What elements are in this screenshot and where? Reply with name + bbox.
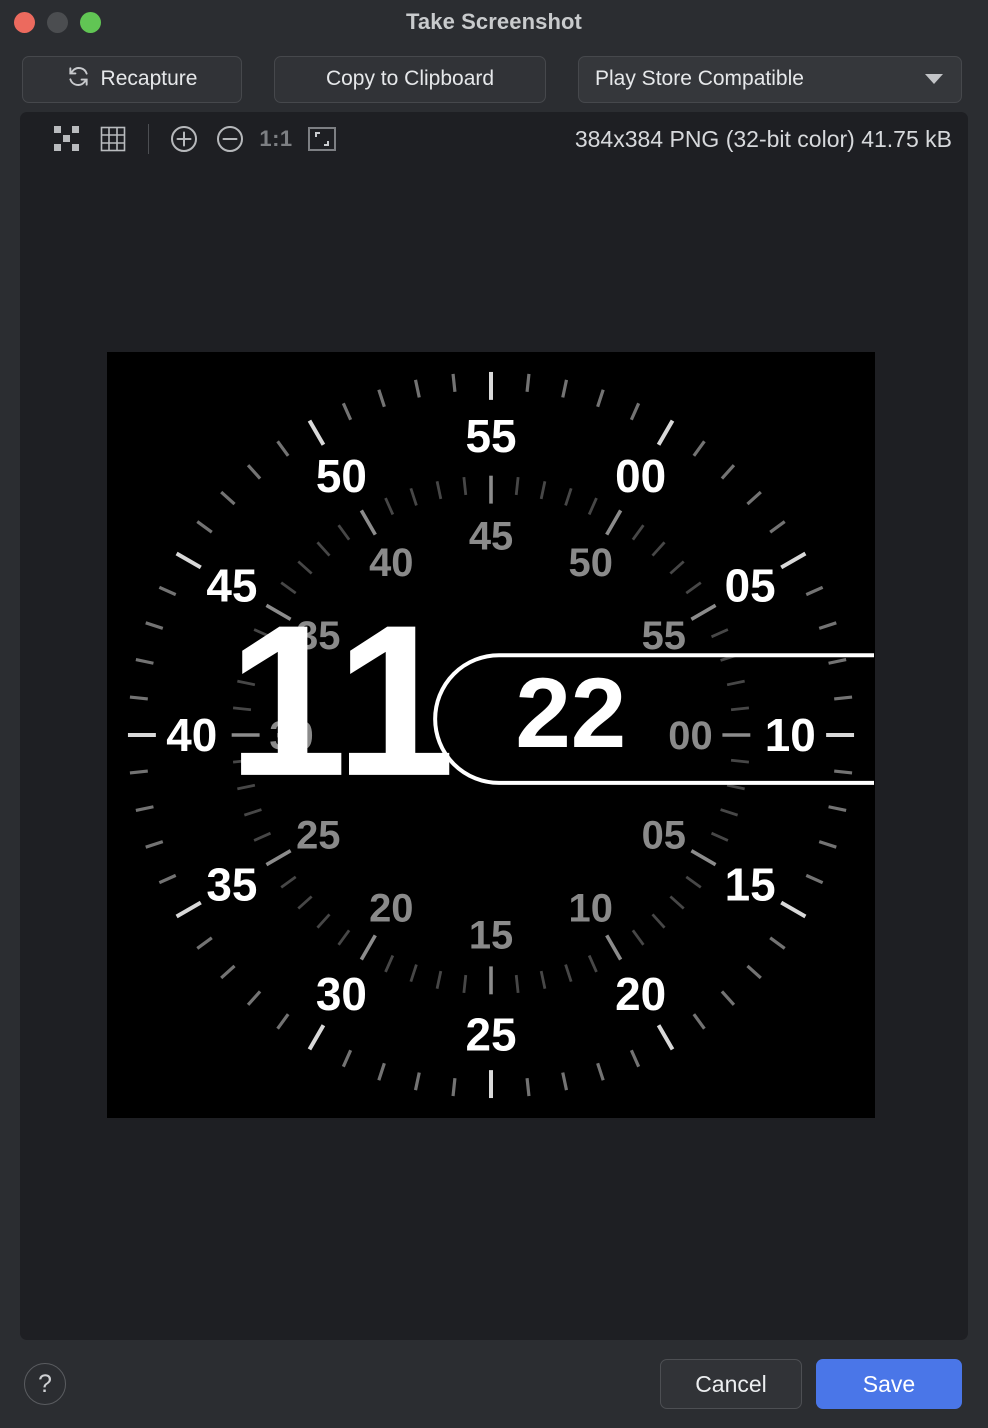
ring-label: 55 xyxy=(465,410,516,462)
ring-label: 20 xyxy=(615,968,666,1020)
help-label: ? xyxy=(38,1369,52,1398)
file-info-label: 384x384 PNG (32-bit color) 41.75 kB xyxy=(574,125,952,152)
ring-label: 20 xyxy=(369,887,413,931)
recapture-button[interactable]: Recapture xyxy=(22,55,242,103)
ring-label: 30 xyxy=(316,968,367,1020)
save-label: Save xyxy=(862,1370,916,1397)
zoom-out-icon[interactable] xyxy=(207,119,253,159)
ring-label: 10 xyxy=(569,887,613,931)
actual-size-label: 1:1 xyxy=(259,126,293,151)
ring-label: 00 xyxy=(615,450,666,502)
cancel-button[interactable]: Cancel xyxy=(660,1359,802,1409)
grid-icon[interactable] xyxy=(90,119,136,159)
toolbar-divider xyxy=(148,124,149,154)
minute-readout: 22 xyxy=(515,658,626,769)
format-select-value: Play Store Compatible xyxy=(595,67,804,90)
ring-label: 10 xyxy=(765,709,816,761)
ring-label: 35 xyxy=(206,859,257,911)
ring-label: 15 xyxy=(469,913,513,957)
zoom-in-icon[interactable] xyxy=(161,119,207,159)
help-button[interactable]: ? xyxy=(24,1363,66,1405)
image-viewer-panel: 1:1 384x384 PNG (32-bit color) 41.75 kB … xyxy=(20,112,968,1340)
screenshot-preview: 50 45 40 35 30 25 20 15 10 05 00 55 40 35 30 25 20 15 10 0… xyxy=(107,352,875,1118)
action-toolbar: Recapture Copy to Clipboard Play Store C… xyxy=(0,46,988,112)
copy-to-clipboard-button[interactable]: Copy to Clipboard xyxy=(274,55,546,103)
cancel-label: Cancel xyxy=(695,1370,767,1397)
save-button[interactable]: Save xyxy=(816,1359,962,1409)
copy-to-clipboard-label: Copy to Clipboard xyxy=(325,67,495,90)
ring-label: 50 xyxy=(316,450,367,502)
fit-to-window-icon[interactable] xyxy=(299,119,345,159)
ring-label: 15 xyxy=(725,859,776,911)
ring-label: 05 xyxy=(725,559,776,611)
window-title: Take Screenshot xyxy=(406,9,582,34)
ring-label: 50 xyxy=(569,541,613,585)
recapture-label: Recapture xyxy=(100,67,198,90)
ring-label: 25 xyxy=(465,1008,516,1060)
hour-readout: 11 xyxy=(228,580,456,821)
ring-label: 05 xyxy=(642,814,686,858)
take-screenshot-window: Take Screenshot Recapture Copy to Clipbo… xyxy=(0,0,988,1428)
title-bar: Take Screenshot xyxy=(0,0,988,46)
ring-label: 45 xyxy=(469,514,513,558)
actual-size-icon[interactable]: 1:1 xyxy=(253,119,299,159)
viewer-toolbar: 1:1 384x384 PNG (32-bit color) 41.75 kB xyxy=(20,112,968,166)
ring-label: 00 xyxy=(668,714,712,758)
format-select[interactable]: Play Store Compatible xyxy=(578,55,962,103)
refresh-icon xyxy=(67,65,90,94)
ring-label: 40 xyxy=(166,709,217,761)
chevron-down-icon xyxy=(925,74,943,84)
watchface-canvas: 504540353025201510050055 403530252015100… xyxy=(108,352,874,1118)
checkerboard-icon[interactable] xyxy=(44,119,90,159)
dialog-footer: ? Cancel Save xyxy=(0,1340,988,1428)
ring-label: 55 xyxy=(642,614,686,658)
image-stage[interactable]: 50 45 40 35 30 25 20 15 10 05 00 55 40 35 30 25 20 15 10 0… xyxy=(20,166,968,1340)
ring-label: 40 xyxy=(369,541,413,585)
